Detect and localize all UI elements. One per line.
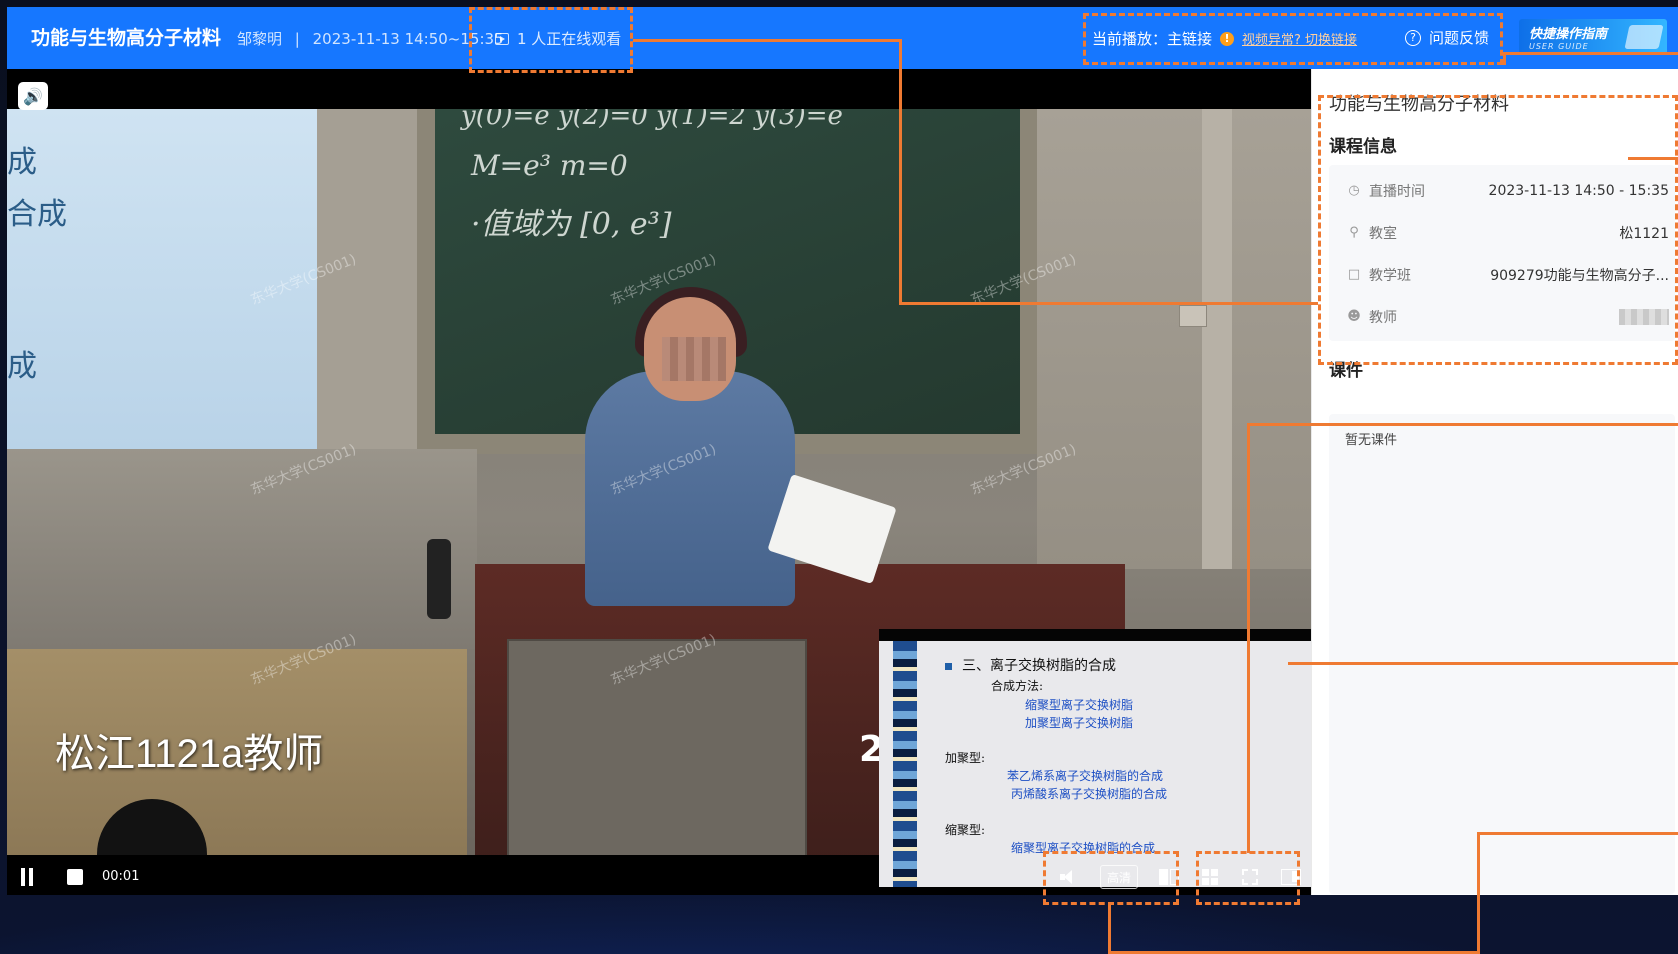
video-player[interactable]: 🔊 成 合成 成 y(0)=e y(2)=0 y(1)=2 y(3)=e M=e… (7, 69, 1311, 895)
annotation-box-stream (1083, 13, 1503, 65)
blurred-face (662, 337, 726, 381)
annotation-line (1503, 52, 1678, 55)
slide-text: 合成方法: (991, 679, 1044, 693)
annotation-line (1477, 832, 1480, 954)
pillar (1202, 109, 1232, 569)
stop-button[interactable] (67, 869, 83, 885)
slide-text: 丙烯酸系离子交换树脂的合成 (1011, 787, 1168, 801)
projector-screen: 成 合成 成 (7, 109, 317, 449)
courseware-list: 暂无课件 (1329, 414, 1675, 894)
annotation-line (633, 39, 901, 42)
course-meta: 邹黎明 | 2023-11-13 14:50~15:35 (237, 28, 504, 49)
pause-button[interactable] (20, 868, 34, 886)
floor (7, 449, 477, 649)
slide-decor-strip (893, 641, 917, 887)
annotation-line (1288, 662, 1678, 665)
annotation-line (899, 302, 1318, 305)
wall-socket (1179, 305, 1207, 327)
projection-text: 成 (7, 349, 37, 384)
annotation-box-layout (1196, 851, 1300, 905)
teacher-name: 邹黎明 (237, 30, 283, 48)
slide-heading: 三、离子交换树脂的合成 (945, 655, 1116, 675)
annotation-line (1108, 905, 1111, 954)
bullet-icon (945, 662, 952, 670)
slide-text: 缩聚型离子交换树脂 (1025, 698, 1134, 712)
course-title: 功能与生物高分子材料 (31, 27, 222, 49)
playback-time: 00:01 (102, 869, 140, 884)
slide-text: 苯乙烯系离子交换树脂的合成 (1007, 769, 1164, 783)
guide-illustration-icon (1624, 25, 1664, 49)
slide-text: 加聚型: (945, 751, 986, 765)
annotation-line (1503, 52, 1506, 65)
thermos (427, 539, 451, 619)
annotation-line (899, 39, 902, 304)
projection-text: 合成 (7, 197, 67, 232)
annotation-line (1247, 423, 1678, 426)
projection-text: 成 (7, 145, 37, 180)
camera-caption: 松江1121a教师 (55, 732, 324, 776)
annotation-box-audio-quality (1043, 851, 1179, 905)
slide-heading-text: 三、离子交换树脂的合成 (962, 658, 1116, 674)
wall (317, 109, 417, 469)
board-text: M=e³ m=0 (471, 149, 628, 182)
board-text: ·值域为 [0, e³] (471, 207, 672, 242)
slide-text: 缩聚型: (945, 823, 986, 837)
annotation-box-course-info (1318, 95, 1678, 365)
audio-toggle-button[interactable]: 🔊 (18, 82, 48, 110)
wall (1037, 109, 1311, 569)
slide-text: 加聚型离子交换树脂 (1025, 716, 1134, 730)
annotation-box-viewers (469, 7, 633, 73)
annotation-line (1247, 423, 1250, 853)
board-text: y(0)=e y(2)=0 y(1)=2 y(3)=e (461, 109, 843, 131)
annotation-line (1477, 832, 1678, 835)
courseware-empty-text: 暂无课件 (1345, 433, 1398, 448)
speaker-icon: 🔊 (23, 86, 43, 106)
user-guide-button[interactable]: 快捷操作指南 USER GUIDE (1519, 19, 1667, 55)
meta-separator: | (294, 30, 300, 48)
